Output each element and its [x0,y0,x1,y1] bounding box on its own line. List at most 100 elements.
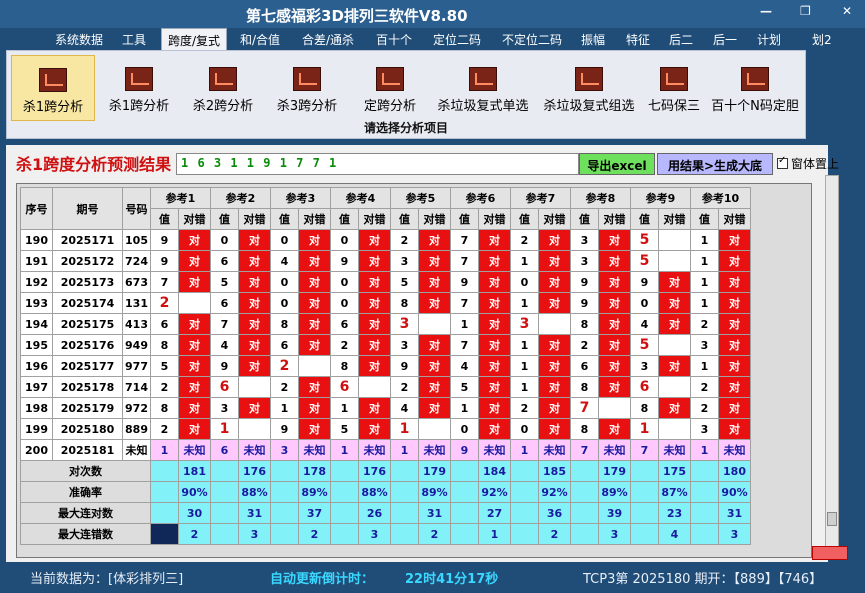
maximize-icon[interactable]: ❐ [800,4,811,18]
menu-position[interactable]: 百十个 [376,31,412,48]
result-field[interactable]: 1 6 3 1 1 9 1 7 7 1 [176,153,579,175]
seq-cell: 192 [20,271,53,293]
mark-cell: 对 [718,355,751,377]
status-indicator [812,546,848,560]
ribbon-caption: 请选择分析项目 [363,121,448,135]
table-row[interactable]: 196 2025177 977 5 对 9 对 2 8 对 9 对 4 对 1 对 6 对 3 对 1 对 [20,355,751,377]
value-cell: 2 [270,355,299,377]
menu-last-one[interactable]: 后一 [713,31,737,48]
minimize-icon[interactable]: — [760,4,772,18]
menu-feature[interactable]: 特征 [626,31,650,48]
ribbon-fixed-span[interactable]: 定跨分析 [351,55,429,121]
table-row[interactable]: 198 2025179 972 8 对 3 对 1 对 1 对 4 对 1 对 2 对 7 8 对 2 对 [20,397,751,419]
table-row[interactable]: 197 2025178 714 2 对 6 2 对 6 2 对 5 对 1 对 8 对 6 2 对 [20,376,751,398]
menu-fixed-two[interactable]: 定位二码 [433,31,481,48]
table-row[interactable]: 193 2025174 131 2 6 对 0 对 0 对 8 对 7 对 1 对 9 对 0 对 1 对 [20,292,751,314]
table-row[interactable]: 194 2025175 413 6 对 7 对 8 对 6 对 3 1 对 3 8 对 4 对 2 对 [20,313,751,335]
value-cell: 1 [690,271,719,293]
table-row[interactable]: 195 2025176 949 8 对 4 对 6 对 2 对 3 对 7 对 1 对 2 对 5 3 对 [20,334,751,356]
ribbon-junk-group[interactable]: 杀垃圾复式组选 [537,55,641,121]
vertical-scrollbar[interactable] [825,175,839,547]
menu-last-two[interactable]: 后二 [669,31,693,48]
export-excel-button[interactable]: 导出excel [579,153,655,175]
table-row[interactable]: 199 2025180 889 2 对 1 9 对 5 对 1 0 对 0 对 8 对 1 3 对 [20,418,751,440]
stats-spacer [330,502,359,524]
table-row[interactable]: 190 2025171 105 9 对 0 对 0 对 0 对 2 对 7 对 2 对 3 对 5 1 对 [20,229,751,251]
menu-plan[interactable]: 计划 [757,31,781,48]
num-cell: 972 [122,397,151,419]
analysis-grid: 序号 期号 号码 参考1 参考2 参考3 参考4 参考5 参考6 参考7 参考8 参考9 参考10 值对错… [16,183,812,558]
ribbon-kill3-span[interactable]: 杀3跨分析 [267,55,347,121]
value-cell: 0 [510,418,539,440]
result-heading: 杀1跨度分析预测结果 [16,155,172,174]
pending-row[interactable]: 200 2025181 未知 1 未知 6 未知 3 未知 1 未知 1 未知 9 未知 1 未知 7 未知 7 未知 1… [20,439,751,461]
mark-cell: 对 [538,292,571,314]
ribbon-kill1-span[interactable]: 杀1跨分析 [99,55,179,121]
stats-value: 179 [418,460,451,482]
menu-span-compound[interactable]: 跨度/复式 [161,28,228,50]
scroll-thumb[interactable] [827,512,837,526]
num-cell: 889 [122,418,151,440]
stats-value: 2 [178,523,211,545]
seq-cell: 196 [20,355,53,377]
value-cell: 7 [450,334,479,356]
ref-header: 参考7 [510,187,571,209]
issue-cell: 2025176 [52,334,123,356]
mark-cell: 对 [718,292,751,314]
stats-row: 准确率 90% 88% 89% 88% 89% 92% 92% 89% 87% 90% [20,481,751,503]
value-cell: 3 [390,334,419,356]
value-cell: 9 [630,271,659,293]
mark-cell: 对 [658,292,691,314]
mark-cell: 对 [178,250,211,272]
value-cell: 1 [330,397,359,419]
value-cell: 3 [570,250,599,272]
mark-cell: 对 [358,292,391,314]
mark-cell: 对 [298,334,331,356]
mark-cell: 对 [538,397,571,419]
ontop-checkbox[interactable]: 窗体置上 [777,155,839,172]
value-cell: 0 [450,418,479,440]
stats-value: 178 [298,460,331,482]
value-cell: 0 [270,292,299,314]
menu-diff[interactable]: 合差/通杀 [302,31,354,48]
menu-plan2[interactable]: 划2 [812,31,832,48]
menu-sum[interactable]: 和/合值 [240,31,280,48]
value-cell: 6 [210,292,239,314]
mark-cell [658,250,691,272]
stats-spacer [630,481,659,503]
stats-spacer [330,460,359,482]
generate-base-button[interactable]: 用结果>生成大底 [657,153,773,175]
table-row[interactable]: 192 2025173 673 7 对 5 对 0 对 0 对 5 对 9 对 0 对 9 对 9 对 1 对 [20,271,751,293]
value-cell: 9 [150,250,179,272]
stats-row: 对次数 181 176 178 176 179 184 185 179 175 180 [20,460,751,482]
stats-value: 39 [598,502,631,524]
table-row[interactable]: 191 2025172 724 9 对 6 对 4 对 9 对 3 对 7 对 1 对 3 对 5 1 对 [20,250,751,272]
stats-value: 23 [658,502,691,524]
value-cell: 7 [450,229,479,251]
value-cell: 6 [630,376,659,398]
menu-system-data[interactable]: 系统数据 [55,31,103,48]
mark-cell: 对 [238,334,271,356]
value-cell: 9 [210,355,239,377]
value-cell: 0 [270,229,299,251]
ribbon-kill1-span-selected[interactable]: 杀1跨分析 [11,55,95,121]
menu-unfixed-two[interactable]: 不定位二码 [502,31,562,48]
menu-tools[interactable]: 工具 [122,31,146,48]
menu-amplitude[interactable]: 振幅 [581,31,605,48]
value-cell: 9 [150,229,179,251]
stats-spacer [210,523,239,545]
ribbon-kill2-span[interactable]: 杀2跨分析 [183,55,263,121]
close-icon[interactable]: ✕ [842,4,852,18]
ribbon-n-code[interactable]: 百十个N码定胆 [707,55,803,121]
ribbon-seven-three[interactable]: 七码保三 [643,55,705,121]
mark-cell: 未知 [358,439,391,461]
ribbon-junk-single[interactable]: 杀垃圾复式单选 [431,55,535,121]
value-cell: 2 [690,376,719,398]
mark-cell: 对 [358,418,391,440]
mark-cell: 对 [238,313,271,335]
value-cell: 9 [450,271,479,293]
mark-cell: 对 [358,271,391,293]
mark-cell: 对 [718,250,751,272]
mark-cell: 对 [598,271,631,293]
mark-cell: 对 [178,334,211,356]
